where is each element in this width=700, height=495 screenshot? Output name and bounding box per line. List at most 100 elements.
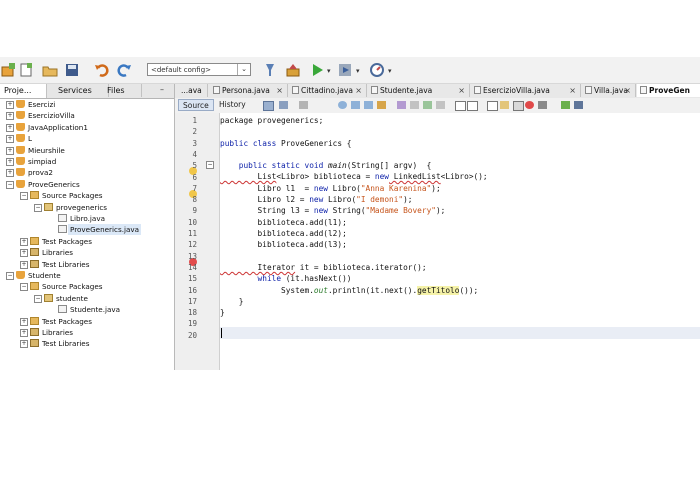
editor-tab[interactable]: EsercizioVilla.java ×	[471, 84, 581, 97]
folder-icon	[30, 236, 39, 245]
save-all-icon[interactable]	[64, 62, 80, 78]
collapse-icon[interactable]: −	[20, 192, 28, 201]
expand-icon[interactable]: +	[6, 112, 14, 121]
toggle-bookmark-icon[interactable]	[513, 101, 524, 111]
package-icon	[44, 293, 53, 302]
undo-icon[interactable]	[94, 62, 110, 78]
last-edit-icon[interactable]	[263, 101, 274, 111]
tree-item-label: Source Packages	[42, 191, 103, 201]
close-tab-icon[interactable]: ×	[624, 84, 631, 97]
new-project-icon[interactable]	[1, 62, 17, 78]
expand-icon[interactable]: +	[20, 317, 28, 326]
project-icon	[16, 168, 25, 177]
tree-item-label: Test Packages	[42, 236, 92, 246]
tree-item-label: Libraries	[42, 328, 74, 337]
editor-tab[interactable]: ProveGen	[637, 84, 700, 97]
tree-item-label: Mieurshile	[28, 145, 65, 155]
line-number: 16	[187, 285, 197, 295]
build-icon[interactable]	[285, 62, 301, 78]
editor-tab[interactable]: ...ava	[178, 84, 208, 97]
tab-projects[interactable]: Proje...	[0, 84, 47, 98]
open-project-icon[interactable]	[42, 62, 58, 78]
expand-icon[interactable]: +	[6, 146, 14, 155]
expand-icon[interactable]: +	[20, 237, 28, 246]
toggle-rectangular-icon[interactable]	[397, 101, 406, 109]
code-line-15: while (it.hasNext())	[220, 274, 352, 283]
close-tab-icon[interactable]: ×	[276, 84, 283, 97]
tab-services[interactable]: Services	[54, 84, 109, 97]
expand-icon[interactable]: +	[6, 135, 14, 144]
fold-toggle-icon[interactable]: −	[206, 161, 214, 169]
new-file-icon[interactable]	[18, 62, 34, 78]
collapse-icon[interactable]: −	[34, 294, 42, 303]
library-icon	[30, 339, 39, 348]
uncomment-icon[interactable]	[455, 101, 466, 111]
close-tab-icon[interactable]: ×	[458, 84, 465, 97]
collapse-icon[interactable]: −	[34, 203, 42, 212]
project-icon	[16, 271, 25, 279]
close-tab-icon[interactable]: ×	[569, 84, 576, 97]
expand-icon[interactable]: +	[6, 101, 14, 109]
ide-window: <default config> ⌄ ▾ ▾ ▾ Proje... Servic…	[0, 57, 700, 370]
find-previous-icon[interactable]	[351, 101, 360, 109]
expand-icon[interactable]: +	[6, 123, 14, 132]
debug-dropdown-icon[interactable]: ▾	[356, 67, 360, 75]
line-number: 1	[192, 116, 197, 125]
editor-tab[interactable]: Studente.java ×	[368, 84, 470, 97]
expand-icon[interactable]: +	[6, 158, 14, 166]
clean-build-icon[interactable]	[262, 62, 278, 78]
editor-tab[interactable]: Villa.java ×	[582, 84, 636, 97]
expand-icon[interactable]: +	[6, 169, 14, 178]
redo-icon[interactable]	[116, 62, 132, 78]
forward-icon[interactable]	[299, 101, 308, 109]
shift-left-icon[interactable]	[410, 101, 419, 109]
previous-bookmark-icon[interactable]	[487, 101, 498, 111]
comment-icon[interactable]	[436, 101, 445, 109]
tree-item-label: Test Libraries	[42, 259, 90, 269]
editor-toolbar: Source History	[175, 98, 700, 114]
close-tab-icon[interactable]: ×	[355, 84, 362, 97]
line-number: 14	[187, 262, 197, 272]
next-bookmark-icon[interactable]	[500, 101, 509, 109]
expand-icon[interactable]: +	[20, 329, 28, 337]
tab-files[interactable]: Files	[103, 84, 142, 97]
config-select[interactable]: <default config> ⌄	[147, 63, 251, 76]
project-icon	[16, 111, 25, 120]
editor-tab[interactable]: Persona.java ×	[210, 84, 288, 97]
library-icon	[30, 259, 39, 268]
comment-lines-icon[interactable]	[561, 101, 570, 109]
tree-item-label: Test Packages	[42, 316, 92, 326]
back-icon[interactable]	[279, 101, 288, 109]
java-file-icon	[585, 86, 592, 94]
collapse-icon[interactable]: −	[6, 272, 14, 280]
run-dropdown-icon[interactable]: ▾	[327, 67, 331, 75]
start-macro-icon[interactable]	[525, 101, 534, 109]
debug-icon[interactable]	[337, 62, 353, 78]
profile-dropdown-icon[interactable]: ▾	[388, 67, 392, 75]
editor-tab[interactable]: Cittadino.java ×	[289, 84, 367, 97]
run-icon[interactable]	[309, 62, 325, 78]
line-number: 15	[187, 274, 197, 284]
source-button[interactable]: Source	[178, 99, 214, 111]
tree-item-label: provegenerics	[56, 202, 108, 212]
panel-tabs: Proje... Services Files –	[0, 84, 174, 99]
tree-item-label: EsercizioVilla	[28, 111, 75, 121]
collapse-icon[interactable]: −	[20, 283, 28, 292]
stop-macro-icon[interactable]	[538, 101, 547, 109]
file-icon	[58, 214, 67, 222]
collapse-icon[interactable]: −	[6, 180, 14, 189]
uncomment-lines-icon[interactable]	[574, 101, 583, 109]
uncomment-icon-2[interactable]	[467, 101, 478, 111]
expand-icon[interactable]: +	[20, 340, 28, 349]
find-next-icon[interactable]	[364, 101, 373, 109]
minimize-panel-icon[interactable]: –	[160, 85, 164, 94]
code-line-5: public static void main(String[] argv) {	[220, 161, 432, 170]
main-toolbar: <default config> ⌄ ▾ ▾ ▾	[0, 57, 700, 84]
find-selection-icon[interactable]	[338, 101, 347, 109]
profile-icon[interactable]	[369, 62, 385, 78]
expand-icon[interactable]: +	[20, 249, 28, 258]
history-button[interactable]: History	[215, 99, 250, 111]
expand-icon[interactable]: +	[20, 260, 28, 269]
toggle-highlight-icon[interactable]	[377, 101, 386, 109]
shift-right-icon[interactable]	[423, 101, 432, 109]
